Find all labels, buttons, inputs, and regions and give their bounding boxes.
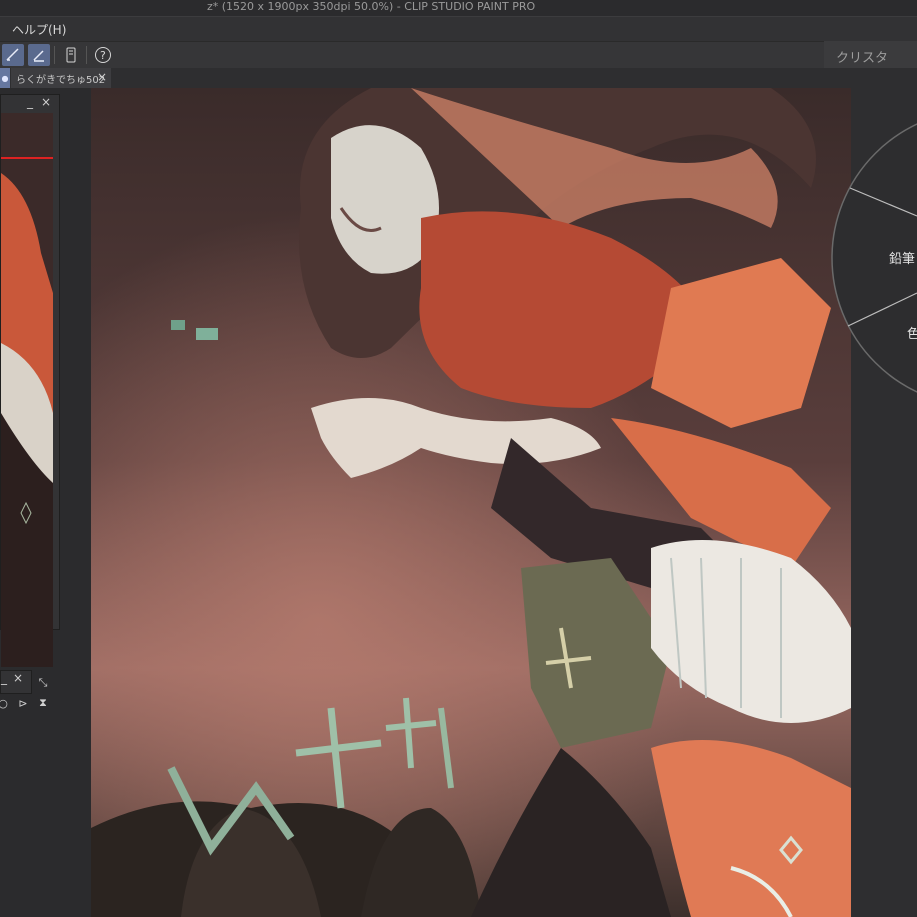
toolbar-divider [86, 46, 87, 64]
view-frame [1, 157, 53, 159]
pen-tool-button[interactable] [2, 44, 24, 66]
fullsize-icon[interactable]: ⤡ [35, 675, 51, 691]
brush-tool-button[interactable] [28, 44, 50, 66]
pie-menu-item-pencil[interactable]: 鉛筆 [889, 248, 915, 267]
smartphone-icon [66, 47, 76, 63]
search-text: クリスタ [836, 51, 889, 66]
artwork-image [91, 88, 851, 917]
collapsed-panel: _ × [0, 670, 32, 694]
navigator-thumbnail[interactable] [1, 113, 53, 667]
toolbar-divider [54, 46, 55, 64]
reset-icon[interactable]: ○ [0, 695, 11, 711]
help-button[interactable]: ? [92, 44, 114, 66]
thumbnail-image [1, 113, 53, 667]
search-field[interactable]: クリスタ [824, 41, 917, 69]
brush-icon [33, 50, 44, 62]
navigator-panel: _ × ◎ ⧉ ⤡ ○ ⊳ ⧗ [0, 94, 60, 710]
window-title: z* (1520 x 1900px 350dpi 50.0%) - CLIP S… [207, 0, 536, 13]
close-icon[interactable]: × [41, 95, 51, 109]
minimize-icon[interactable]: _ [27, 95, 33, 109]
command-bar: ? [0, 41, 917, 69]
menu-help[interactable]: ヘルプ(H) [12, 21, 66, 38]
canvas-artwork[interactable] [91, 88, 851, 917]
help-icon: ? [95, 47, 111, 63]
tab-indicator-icon: ● [0, 68, 10, 88]
canvas-tab[interactable]: らくがきでちゅ502 × [11, 68, 111, 88]
flip-vertical-icon[interactable]: ⧗ [35, 695, 51, 711]
pen-icon [6, 48, 19, 61]
title-bar: z* (1520 x 1900px 350dpi 50.0%) - CLIP S… [0, 0, 917, 16]
canvas-tab-bar: ● らくがきでちゅ502 × [0, 68, 917, 88]
close-icon[interactable]: × [97, 70, 107, 84]
svg-text:?: ? [100, 49, 106, 62]
pie-menu-item-color[interactable]: 色 [907, 323, 917, 342]
tab-label: らくがきでちゅ502 [16, 75, 106, 86]
close-icon[interactable]: × [13, 671, 23, 685]
minimize-icon[interactable]: _ [1, 671, 7, 685]
device-button[interactable] [60, 44, 82, 66]
menu-bar: ヘルプ(H) [0, 16, 917, 41]
flip-horizontal-icon[interactable]: ⊳ [15, 695, 31, 711]
